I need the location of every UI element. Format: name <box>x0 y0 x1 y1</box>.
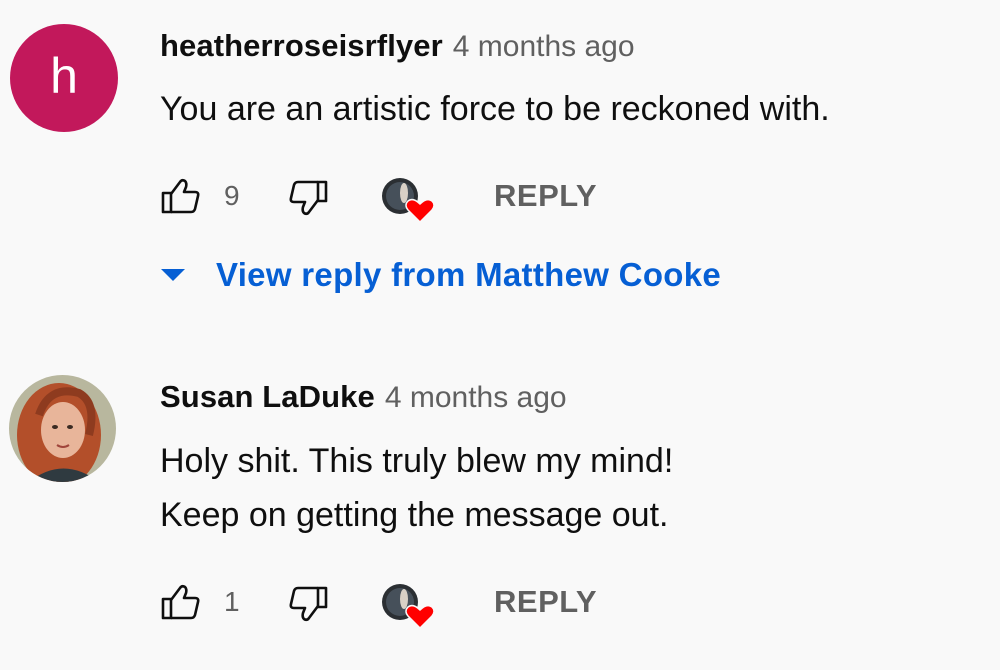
chevron-down-icon <box>161 269 185 281</box>
comment-time[interactable]: 4 months ago <box>385 381 567 414</box>
view-replies-label[interactable]: View reply from Matthew Cooke <box>216 256 721 294</box>
creator-heart-icon <box>382 584 435 630</box>
creator-heart-icon <box>382 178 435 224</box>
comment-time[interactable]: 4 months ago <box>453 30 635 63</box>
comment-text-line: You are an artistic force to be reckoned… <box>160 90 830 128</box>
thumbs-down-icon[interactable] <box>289 180 329 216</box>
view-replies-button[interactable]: View reply from Matthew Cooke <box>160 256 721 294</box>
avatar-photo <box>9 375 116 482</box>
comment-text: Holy shit. This truly blew my mind! Keep… <box>160 434 673 542</box>
reply-button[interactable]: REPLY <box>494 178 597 214</box>
reply-button[interactable]: REPLY <box>494 584 597 620</box>
like-count: 9 <box>224 180 240 211</box>
author-name[interactable]: heatherroseisrflyer <box>160 28 443 63</box>
comment-header: Susan LaDuke 4 months ago <box>160 379 567 415</box>
comment-text: You are an artistic force to be reckoned… <box>160 82 830 136</box>
avatar[interactable] <box>9 375 116 482</box>
comment-text-line: Keep on getting the message out. <box>160 496 669 534</box>
thumbs-down-icon[interactable] <box>289 586 329 622</box>
like-count: 1 <box>224 586 240 617</box>
avatar[interactable]: h <box>10 24 118 132</box>
author-name[interactable]: Susan LaDuke <box>160 379 375 414</box>
thumbs-up-icon[interactable] <box>160 584 200 620</box>
thumbs-up-icon[interactable] <box>160 178 200 214</box>
comment-text-line: Holy shit. This truly blew my mind! <box>160 442 674 480</box>
comment-header: heatherroseisrflyer 4 months ago <box>160 28 635 64</box>
